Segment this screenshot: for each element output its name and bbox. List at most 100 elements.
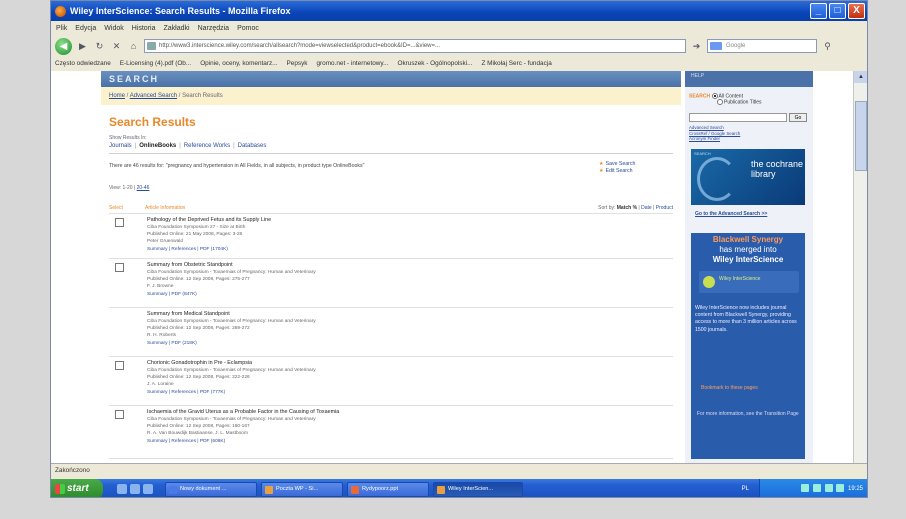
result-links[interactable]: Summary | References | PDF (606K)	[147, 439, 225, 444]
menu-narzedzia[interactable]: Narzędzia	[198, 25, 230, 32]
bookmark-item[interactable]: Pepsyk	[287, 60, 308, 67]
tray-icon[interactable]	[801, 484, 810, 493]
firefox-icon	[55, 5, 66, 17]
window-controls: _ □ X	[810, 3, 865, 19]
stop-icon[interactable]: ✕	[110, 40, 123, 53]
sort-date[interactable]: Date	[641, 205, 652, 211]
firefox-icon	[265, 485, 273, 494]
next-page-link[interactable]: 20-46	[137, 185, 150, 191]
go-advanced-search-link[interactable]: Go to the Advanced Search >>	[695, 211, 767, 217]
result-checkbox[interactable]	[115, 263, 124, 272]
back-icon[interactable]: ◀	[55, 37, 72, 55]
result-links[interactable]: Summary | PDF (218K)	[147, 341, 197, 346]
save-search-link[interactable]: Save Search	[606, 161, 636, 167]
bookmark-item[interactable]: Okruszek - Ogólnopolski...	[397, 60, 472, 67]
tab-databases[interactable]: Databases	[238, 143, 267, 149]
scroll-thumb[interactable]	[855, 101, 867, 171]
menu-zakladki[interactable]: Zakładki	[163, 25, 189, 32]
edit-search-link[interactable]: Edit Search	[606, 168, 633, 174]
menu-historia[interactable]: Historia	[132, 25, 156, 32]
task-label: Nowy dokument ...	[180, 485, 227, 492]
navigation-toolbar: ◀ ▶ ↻ ✕ ⌂ http://www3.interscience.wiley…	[51, 35, 867, 57]
col-select: Select	[109, 205, 123, 211]
radio-all-content[interactable]	[711, 93, 718, 99]
acronym-finder-link[interactable]: Acronym Finder	[689, 136, 740, 142]
breadcrumb-home[interactable]: Home	[109, 93, 125, 99]
breadcrumb-current: Search Results	[182, 93, 223, 99]
bookmark-item[interactable]: Opinie, oceny, komentarz...	[200, 60, 277, 67]
result-title[interactable]: Pathology of the Deprived Fetus and its …	[147, 217, 271, 223]
result-author: J. A. Loraine	[147, 382, 174, 387]
breadcrumb: Home / Advanced Search / Search Results	[101, 87, 681, 105]
scroll-up-icon[interactable]: ▲	[854, 71, 867, 83]
bookmark-item[interactable]: Z Mikołaj Serc - fundacja	[481, 60, 551, 67]
quick-launch-icon[interactable]	[117, 484, 127, 494]
maximize-button[interactable]: □	[829, 3, 846, 19]
go-arrow-icon[interactable]: ➔	[690, 40, 703, 53]
forward-icon[interactable]: ▶	[76, 40, 89, 53]
reload-icon[interactable]: ↻	[93, 40, 106, 53]
result-links[interactable]: Summary | References | PDF (777K)	[147, 390, 225, 395]
home-icon[interactable]: ⌂	[127, 40, 140, 53]
sort-match[interactable]: Match %	[617, 205, 637, 211]
help-band[interactable]: HELP	[685, 71, 813, 87]
go-button[interactable]: Go	[789, 113, 807, 122]
result-title[interactable]: Summary from Obstetric Standpoint	[147, 262, 233, 268]
result-published: Published Online: 12 Sep 2008, Pages: 16…	[147, 424, 250, 429]
bookmark-item[interactable]: E-Licensing (4).pdf (Ob...	[120, 60, 191, 67]
tab-journals[interactable]: Journals	[109, 143, 132, 149]
language-indicator[interactable]: PL	[742, 479, 749, 497]
quick-search-input[interactable]	[689, 113, 787, 122]
close-button[interactable]: X	[848, 3, 865, 19]
firefox-icon	[437, 485, 445, 494]
menu-widok[interactable]: Widok	[104, 25, 123, 32]
menu-pomoc[interactable]: Pomoc	[237, 25, 259, 32]
cochrane-title: the cochrane library	[751, 159, 804, 179]
cochrane-library-banner[interactable]: SEARCH the cochrane library	[691, 149, 805, 205]
menu-edycja[interactable]: Edycja	[75, 25, 96, 32]
breadcrumb-advanced-search[interactable]: Advanced Search	[130, 93, 177, 99]
radio-all-content-label: All Content	[718, 93, 743, 100]
vertical-scrollbar[interactable]: ▲	[853, 71, 867, 463]
taskbar-item-mail[interactable]: Poczta WP - Si...	[261, 481, 343, 497]
minimize-button[interactable]: _	[810, 3, 827, 19]
tray-icon[interactable]	[812, 484, 821, 493]
result-title[interactable]: Summary from Medical Standpoint	[147, 311, 230, 317]
result-checkbox[interactable]	[115, 410, 124, 419]
quick-launch-icon[interactable]	[143, 484, 153, 494]
blackwell-title: Blackwell Synergy	[712, 235, 784, 244]
web-search-box[interactable]: Google	[707, 39, 817, 53]
taskbar-item-document[interactable]: Nowy dokument ...	[165, 481, 257, 497]
start-button[interactable]: start	[51, 479, 103, 497]
blackwell-synergy-banner[interactable]: Blackwell Synergy has merged into Wiley …	[691, 233, 805, 459]
clock: 19:25	[847, 486, 863, 492]
taskbar-item-ppt[interactable]: Rydypoorz.ppt	[347, 481, 429, 497]
result-title[interactable]: Chorionic Gonadotrophin in Pre - Eclamps…	[147, 360, 252, 366]
result-links[interactable]: Summary | References | PDF (1704K)	[147, 247, 228, 252]
sort-product[interactable]: Product	[656, 205, 673, 211]
result-checkbox[interactable]	[115, 361, 124, 370]
pagination: View: 1-20 | 20-46	[109, 185, 150, 191]
transition-page-link[interactable]: For more information, see the Transition…	[697, 411, 801, 418]
quick-search-label: SEARCH	[689, 93, 711, 100]
quick-launch-icon[interactable]	[130, 484, 140, 494]
tray-icon[interactable]	[824, 484, 833, 493]
radio-publication-titles[interactable]	[717, 99, 723, 106]
bookmark-item[interactable]: Często odwiedzane	[55, 60, 111, 67]
blackwell-subtitle: has merged into	[719, 245, 777, 254]
magnifier-icon[interactable]: ⚲	[821, 40, 834, 53]
bookmark-link[interactable]: Bookmark to these pages	[701, 385, 758, 391]
result-links[interactable]: Summary | PDF (847K)	[147, 292, 197, 297]
taskbar-item-wiley[interactable]: Wiley InterScien...	[433, 481, 523, 497]
result-checkbox[interactable]	[115, 218, 124, 227]
cochrane-banner-label: SEARCH	[694, 151, 711, 156]
tray-icon[interactable]	[836, 484, 845, 493]
url-bar[interactable]: http://www3.interscience.wiley.com/searc…	[144, 39, 686, 53]
tab-reference-works[interactable]: Reference Works	[184, 143, 230, 149]
result-title[interactable]: Ischaemia of the Gravid Uterus as a Prob…	[147, 409, 339, 415]
menu-plik[interactable]: Plik	[56, 25, 67, 32]
result-source: Ciba Foundation Symposium 27 - Size at B…	[147, 225, 246, 230]
tab-onlinebooks[interactable]: OnlineBooks	[139, 143, 176, 149]
menu-bar: Plik Edycja Widok Historia Zakładki Narz…	[51, 21, 867, 35]
bookmark-item[interactable]: gromo.net - internetowy...	[316, 60, 388, 67]
